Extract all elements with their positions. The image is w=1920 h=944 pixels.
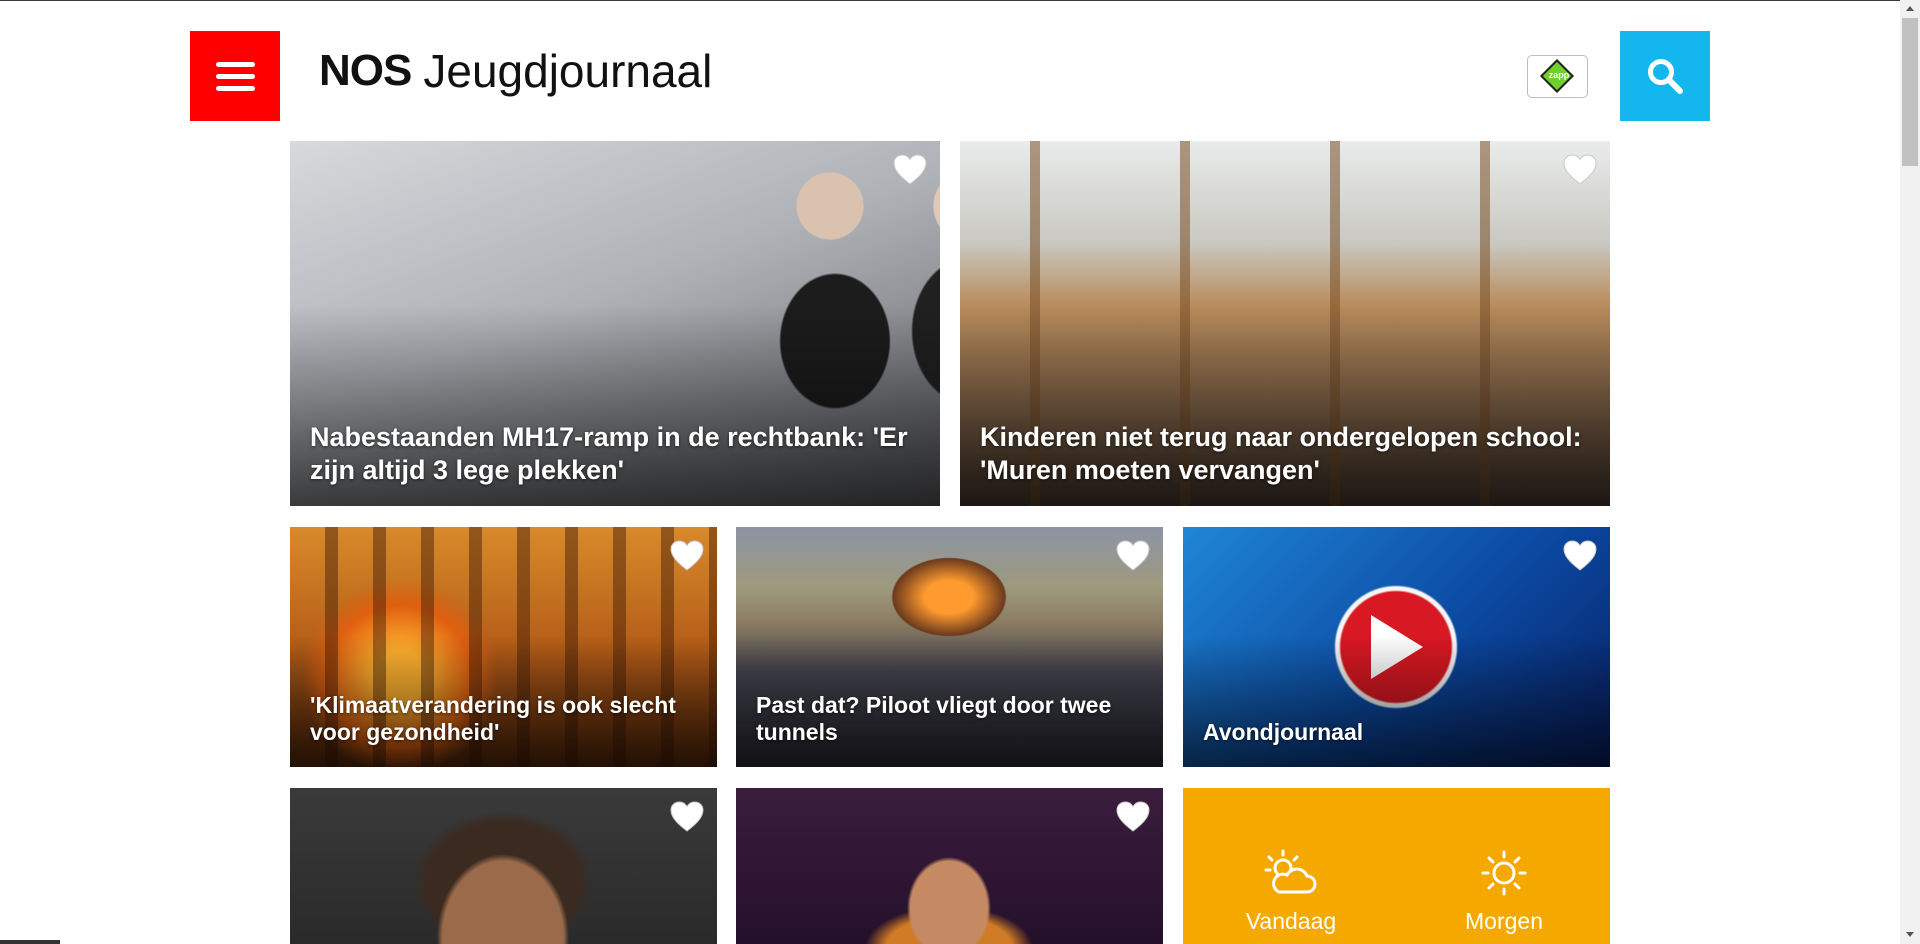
video-title: Avondjournaal	[1203, 719, 1364, 746]
logo-brand: NOS	[319, 46, 412, 95]
news-tile[interactable]	[736, 788, 1163, 944]
news-tile[interactable]: Kinderen niet terug naar ondergelopen sc…	[960, 141, 1610, 506]
news-title: 'Klimaatverandering is ook slecht voor g…	[310, 691, 676, 746]
menu-button[interactable]	[190, 31, 280, 121]
heart-icon[interactable]	[1115, 539, 1151, 573]
news-tile[interactable]: 'Klimaatverandering is ook slecht voor g…	[290, 527, 717, 767]
partly-cloudy-icon	[1264, 849, 1317, 894]
zapp-label: zapp	[1548, 70, 1570, 80]
weather-today[interactable]: Vandaag	[1211, 848, 1371, 935]
news-tile[interactable]: Nabestaanden MH17-ramp in de rechtbank: …	[290, 141, 940, 506]
news-image	[736, 788, 1163, 944]
scroll-down-arrow-icon[interactable]	[1906, 932, 1914, 937]
video-tile[interactable]: Avondjournaal	[1183, 527, 1610, 767]
news-image	[290, 788, 717, 944]
heart-icon[interactable]	[1562, 539, 1598, 573]
news-tile[interactable]: Past dat? Piloot vliegt door twee tunnel…	[736, 527, 1163, 767]
menu-icon-bar	[216, 86, 255, 91]
taskbar-edge	[0, 940, 60, 944]
heart-icon[interactable]	[669, 800, 705, 834]
image-shade	[1183, 635, 1610, 767]
menu-icon-bar	[216, 74, 255, 79]
heart-icon[interactable]	[669, 539, 705, 573]
window-top-border	[0, 0, 1920, 1]
zapp-link[interactable]: zapp	[1527, 55, 1588, 98]
weather-widget[interactable]: Vandaag Morgen	[1183, 788, 1610, 944]
weather-today-label: Vandaag	[1245, 908, 1337, 934]
heart-icon[interactable]	[892, 153, 928, 187]
news-tile[interactable]	[290, 788, 717, 944]
menu-icon-bar	[216, 62, 255, 67]
logo-title: Jeugdjournaal	[423, 45, 713, 97]
search-icon	[1648, 59, 1683, 94]
heart-icon[interactable]	[1115, 800, 1151, 834]
weather-tomorrow-label: Morgen	[1465, 908, 1543, 934]
scrollbar-thumb[interactable]	[1902, 18, 1918, 166]
news-title: Past dat? Piloot vliegt door twee tunnel…	[756, 691, 1112, 746]
search-button[interactable]	[1620, 31, 1710, 121]
news-title: Nabestaanden MH17-ramp in de rechtbank: …	[310, 422, 908, 485]
site-logo[interactable]: NOS Jeugdjournaal	[319, 44, 712, 104]
heart-icon[interactable]	[1562, 153, 1598, 187]
weather-tomorrow[interactable]: Morgen	[1424, 848, 1584, 935]
news-title: Kinderen niet terug naar ondergelopen sc…	[980, 422, 1582, 485]
scroll-up-arrow-icon[interactable]	[1906, 6, 1914, 11]
sun-icon	[1481, 850, 1527, 896]
